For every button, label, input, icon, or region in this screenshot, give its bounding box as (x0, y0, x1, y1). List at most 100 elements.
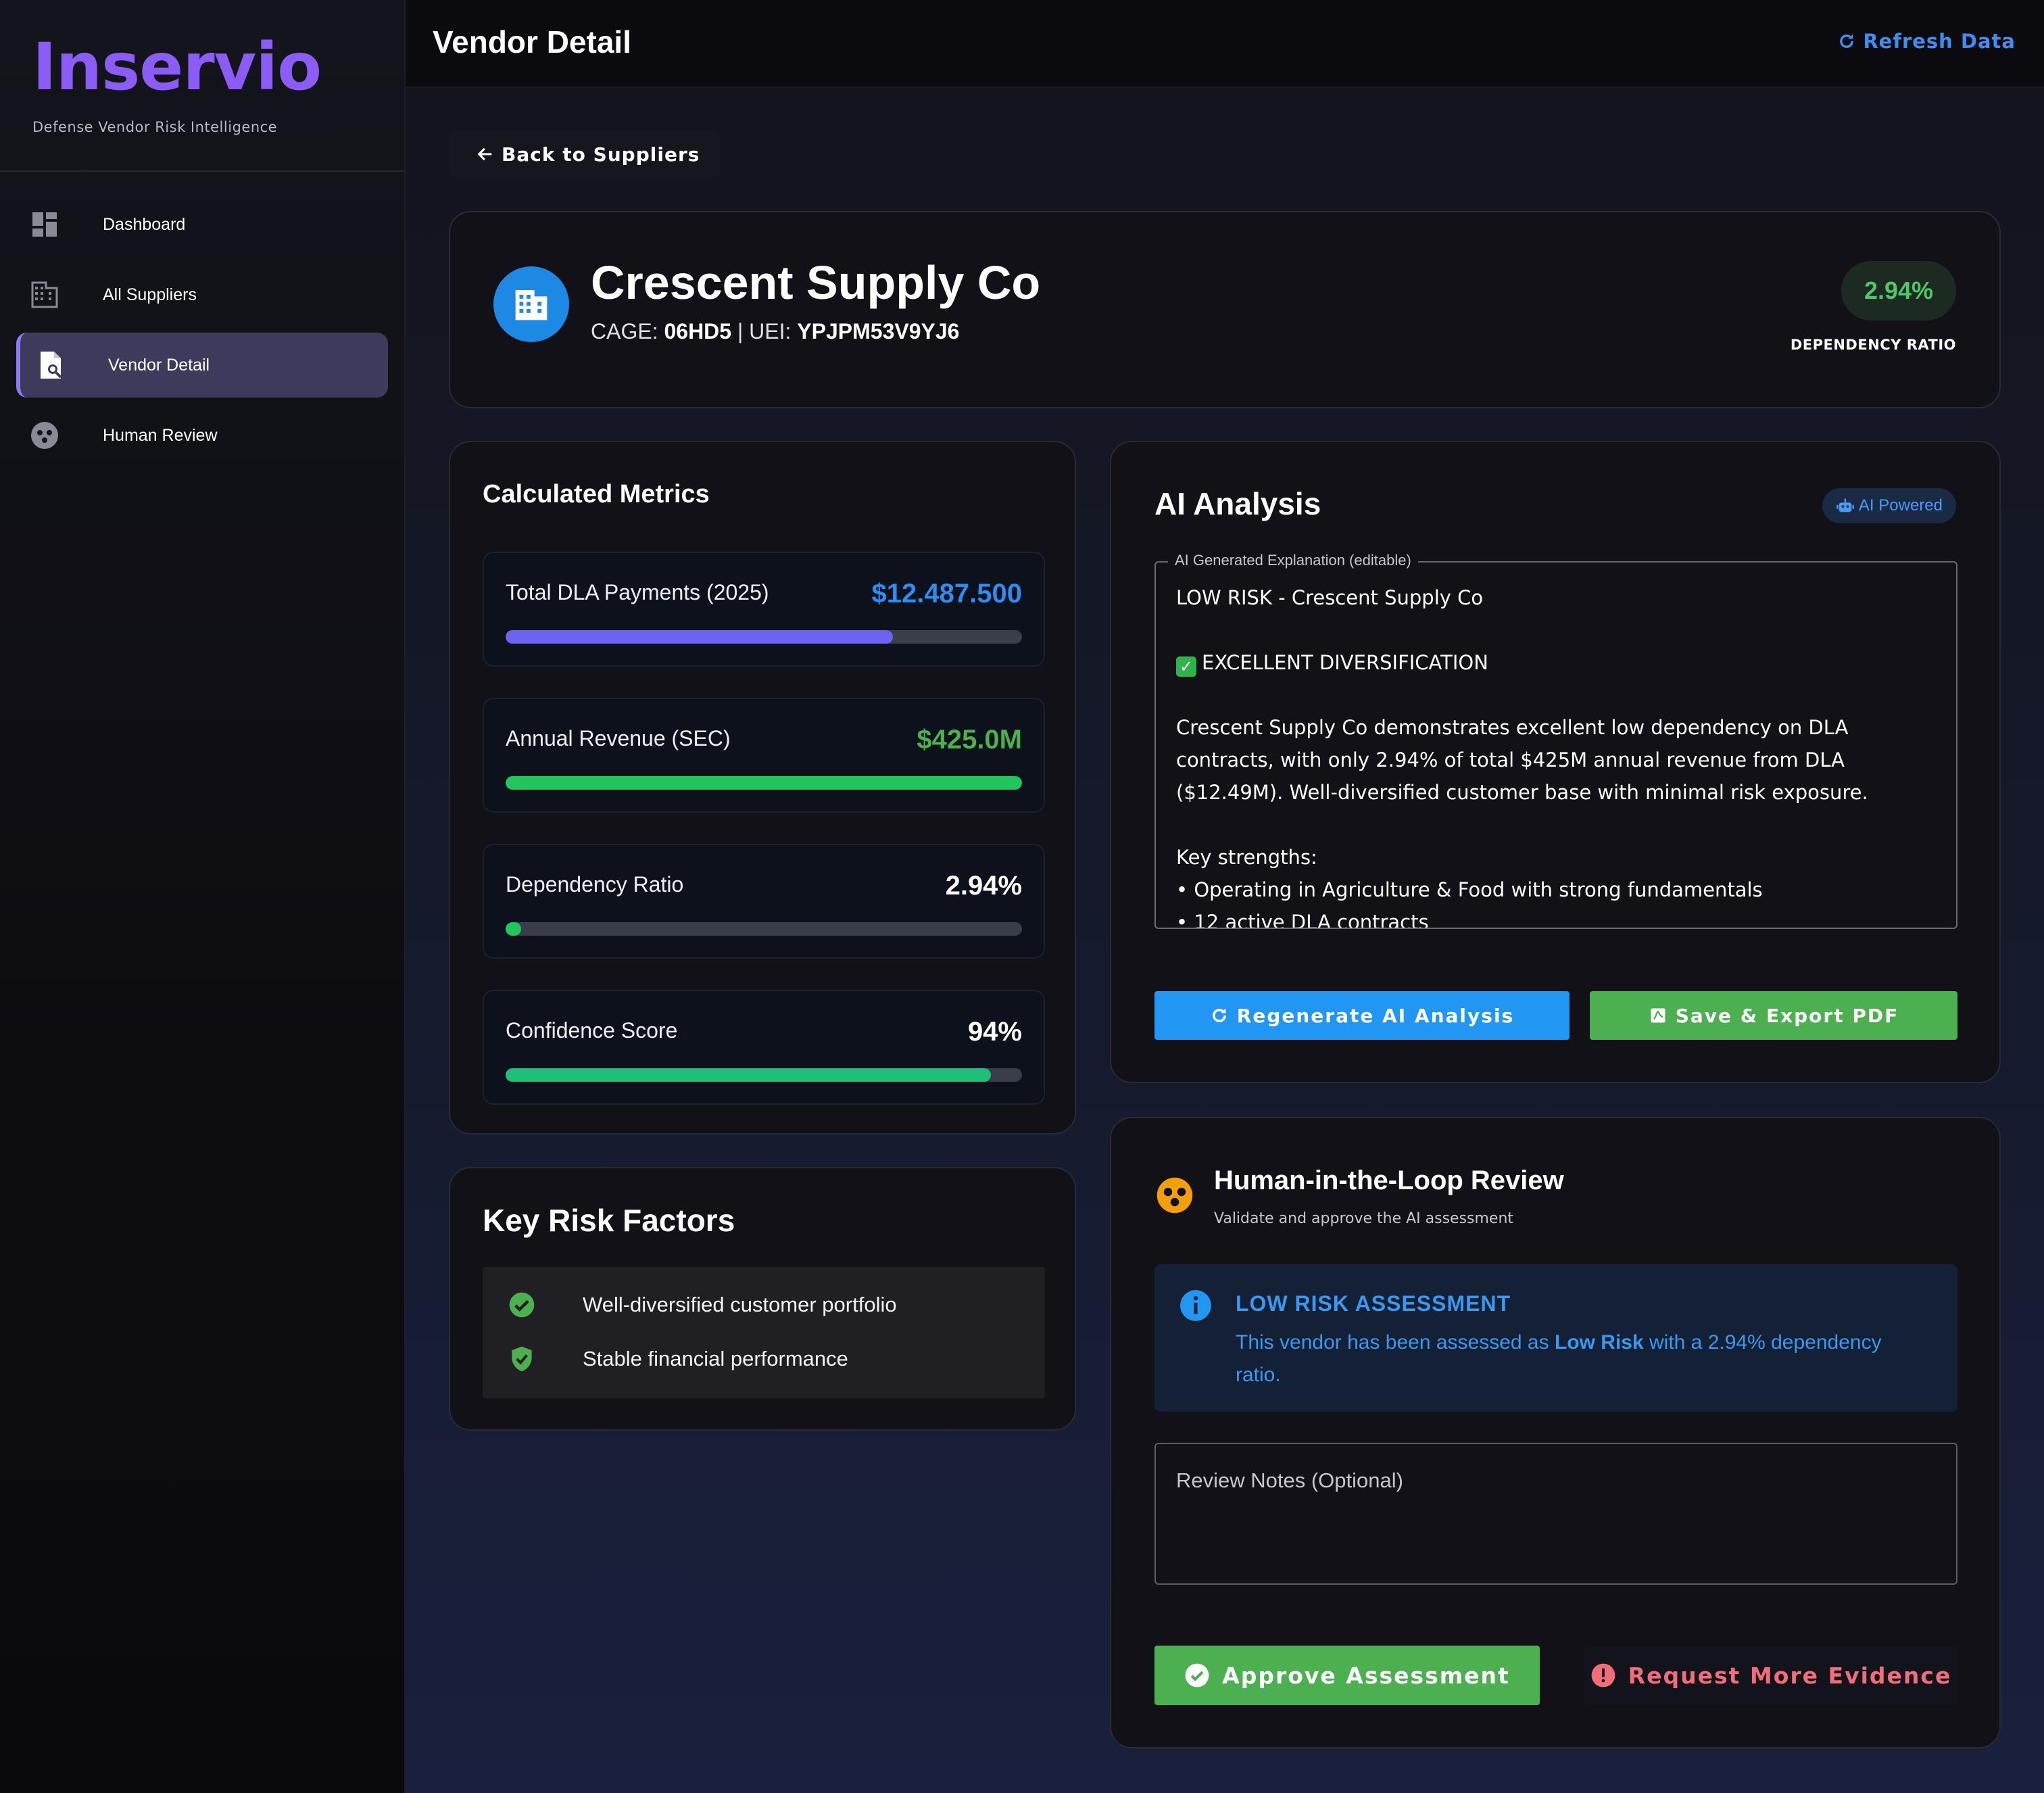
arrow-left-icon (477, 147, 492, 161)
metric-value: $425.0M (917, 725, 1022, 755)
info-icon (1180, 1290, 1211, 1321)
calculated-metrics-card: Calculated Metrics Total DLA Payments (2… (449, 441, 1076, 1134)
sidebar-item-all-suppliers[interactable]: All Suppliers (16, 262, 388, 327)
main-content: Vendor Detail Refresh Data Back to Suppl… (406, 0, 2044, 1793)
back-label: Back to Suppliers (502, 143, 700, 166)
sidebar-item-label: Human Review (103, 425, 218, 445)
page-title: Vendor Detail (433, 24, 631, 59)
ai-diversification-text: EXCELLENT DIVERSIFICATION (1202, 651, 1488, 674)
top-bar: Vendor Detail Refresh Data (406, 0, 2044, 88)
vendor-identifiers: CAGE: 06HD5 | UEI: YPJPM53V9YJ6 (591, 319, 959, 344)
regenerate-ai-analysis-button[interactable]: Regenerate AI Analysis (1154, 991, 1570, 1040)
export-label: Save & Export PDF (1675, 1004, 1899, 1027)
ai-analysis-title: AI Analysis (1154, 486, 1321, 521)
document-search-icon (41, 352, 62, 379)
metric-value: 94% (967, 1017, 1022, 1047)
refresh-icon (1840, 34, 1854, 48)
metric-progress-bar (506, 1068, 1022, 1082)
metric-dependency-ratio: Dependency Ratio 2.94% (483, 844, 1045, 959)
metric-progress-fill (506, 776, 1022, 790)
review-subtitle: Validate and approve the AI assessment (1214, 1210, 1514, 1227)
metric-progress-bar (506, 776, 1022, 790)
risk-factor-text: Stable financial performance (583, 1347, 848, 1370)
dashboard-icon (32, 212, 57, 237)
id-separator: | (737, 319, 744, 343)
metric-value: 2.94% (945, 871, 1022, 901)
ai-line-diversification: ✓ EXCELLENT DIVERSIFICATION (1176, 646, 1940, 679)
metric-progress-fill (506, 922, 521, 936)
risk-assessment-alert: LOW RISK ASSESSMENT This vendor has been… (1154, 1264, 1957, 1412)
request-more-evidence-button[interactable]: Request More Evidence (1584, 1646, 1957, 1705)
sidebar-item-label: Vendor Detail (108, 355, 210, 375)
brand-logo[interactable]: Inservio (32, 30, 404, 104)
ai-paragraph: Crescent Supply Co demonstrates excellen… (1176, 716, 1868, 804)
request-label: Request More Evidence (1628, 1662, 1952, 1689)
alert-title: LOW RISK ASSESSMENT (1236, 1291, 1511, 1316)
sidebar-item-human-review[interactable]: Human Review (16, 403, 388, 468)
approve-assessment-button[interactable]: Approve Assessment (1154, 1646, 1540, 1705)
review-notes-field[interactable]: Review Notes (Optional) (1154, 1443, 1957, 1585)
ai-powered-badge: AI Powered (1822, 488, 1956, 523)
building-icon (31, 281, 58, 308)
sidebar: Inservio Defense Vendor Risk Intelligenc… (0, 0, 406, 1793)
refresh-label: Refresh Data (1863, 30, 2016, 53)
brand: Inservio Defense Vendor Risk Intelligenc… (0, 0, 404, 172)
check-box-icon: ✓ (1176, 656, 1196, 677)
alert-circle-icon (1591, 1663, 1615, 1688)
sidebar-item-vendor-detail[interactable]: Vendor Detail (16, 333, 388, 398)
list-item: Well-diversified customer portfolio (507, 1285, 897, 1325)
check-circle-icon (509, 1292, 535, 1318)
dependency-ratio-badge: 2.94% (1841, 261, 1956, 320)
vendor-avatar (493, 266, 569, 342)
vendor-name: Crescent Supply Co (591, 256, 1041, 309)
uei-value: YPJPM53V9YJ6 (797, 319, 960, 343)
ai-explanation-textarea[interactable]: LOW RISK - Crescent Supply Co ✓ EXCELLENT … (1154, 561, 1957, 929)
regenerate-label: Regenerate AI Analysis (1236, 1004, 1515, 1027)
metric-progress-bar (506, 630, 1022, 644)
ai-explanation-text: LOW RISK - Crescent Supply Co ✓ EXCELLENT … (1176, 581, 1940, 929)
building-icon (515, 290, 548, 320)
ai-strength-1: • Operating in Agriculture & Food with s… (1176, 878, 1763, 901)
refresh-icon (1212, 1008, 1226, 1022)
refresh-data-button[interactable]: Refresh Data (1837, 30, 2016, 53)
face-icon (1157, 1177, 1193, 1214)
risk-factors-list: Well-diversified customer portfolio Stab… (483, 1267, 1045, 1398)
dependency-ratio-label: DEPENDENCY RATIO (1790, 337, 1956, 353)
uei-label: UEI: (749, 319, 792, 343)
ai-field-label: AI Generated Explanation (editable) (1168, 552, 1418, 569)
robot-icon (1836, 498, 1854, 512)
sidebar-item-label: All Suppliers (103, 285, 197, 304)
ai-line-title: LOW RISK - Crescent Supply Co (1176, 586, 1484, 609)
risk-factors-title: Key Risk Factors (483, 1203, 735, 1238)
sidebar-item-dashboard[interactable]: Dashboard (16, 192, 388, 257)
pdf-icon (1651, 1008, 1665, 1023)
metric-label: Annual Revenue (SEC) (506, 726, 731, 750)
metric-total-dla-payments: Total DLA Payments (2025) $12.487.500 (483, 552, 1045, 667)
metric-progress-bar (506, 922, 1022, 936)
ai-strength-2: • 12 active DLA contracts (1176, 911, 1429, 929)
metric-label: Confidence Score (506, 1018, 678, 1043)
metric-value: $12.487.500 (871, 579, 1022, 608)
human-review-card: Human-in-the-Loop Review Validate and ap… (1110, 1117, 2001, 1748)
brand-tagline: Defense Vendor Risk Intelligence (32, 119, 278, 135)
metrics-title: Calculated Metrics (483, 480, 710, 508)
alert-text-pre: This vendor has been assessed as (1236, 1331, 1555, 1354)
sidebar-nav: Dashboard All Suppliers Vendor Detail Hu… (0, 192, 404, 468)
metric-confidence-score: Confidence Score 94% (483, 990, 1045, 1105)
shield-check-icon (512, 1346, 532, 1372)
metric-progress-fill (506, 630, 893, 644)
metric-annual-revenue: Annual Revenue (SEC) $425.0M (483, 698, 1045, 813)
list-item: Stable financial performance (507, 1339, 848, 1379)
key-risk-factors-card: Key Risk Factors Well-diversified custom… (449, 1167, 1076, 1431)
cage-label: CAGE: (591, 319, 658, 343)
review-notes-placeholder: Review Notes (Optional) (1176, 1468, 1403, 1492)
approve-label: Approve Assessment (1222, 1662, 1510, 1689)
ai-analysis-card: AI Analysis AI Powered LOW RISK - Cresce… (1110, 441, 2001, 1083)
ai-strengths-title: Key strengths: (1176, 846, 1317, 869)
back-to-suppliers-button[interactable]: Back to Suppliers (449, 130, 721, 178)
ai-powered-label: AI Powered (1858, 496, 1943, 515)
metric-label: Dependency Ratio (506, 872, 684, 896)
save-export-pdf-button[interactable]: Save & Export PDF (1590, 991, 1957, 1040)
cage-value: 06HD5 (664, 319, 732, 343)
face-icon (31, 422, 58, 449)
